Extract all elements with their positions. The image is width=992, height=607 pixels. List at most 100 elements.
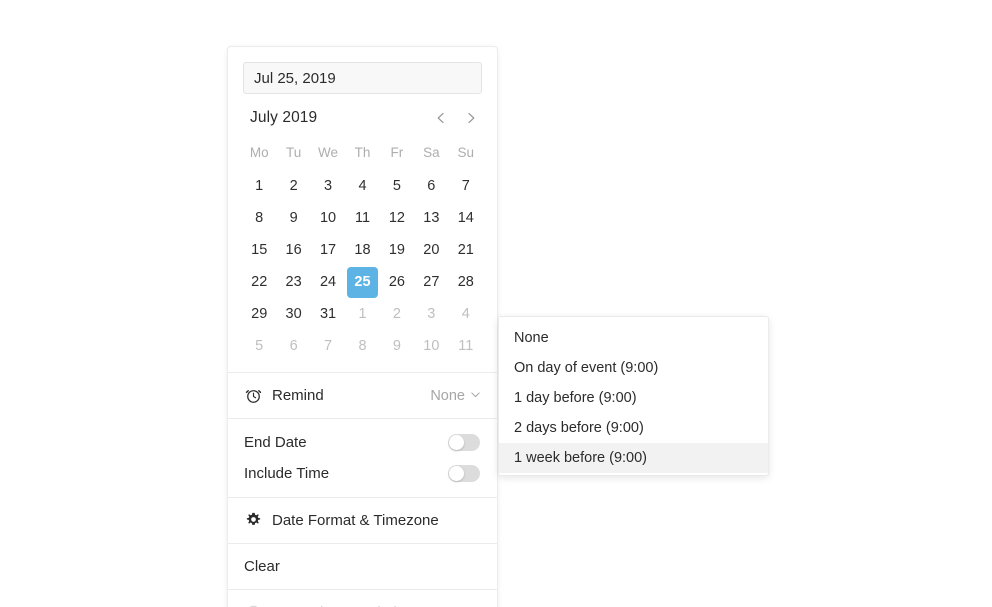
reminder-option[interactable]: 1 week before (9:00)	[499, 443, 768, 473]
calendar-day[interactable]: 28	[449, 266, 483, 298]
reminder-option[interactable]: 2 days before (9:00)	[499, 413, 768, 443]
clear-row[interactable]: Clear	[228, 544, 497, 589]
month-nav	[431, 108, 481, 128]
calendar-day-label: 15	[251, 242, 268, 258]
calendar-day[interactable]: 14	[449, 202, 483, 234]
toggle-group: End Date Include Time	[228, 419, 497, 497]
weekday-header: Sa	[423, 144, 440, 160]
calendar-month-header: July 2019	[228, 94, 497, 134]
calendar-day-label: 10	[319, 210, 337, 226]
calendar-day[interactable]: 31	[311, 298, 345, 330]
calendar-day[interactable]: 23	[276, 266, 310, 298]
calendar-day[interactable]: 1	[242, 170, 276, 202]
calendar-day[interactable]: 29	[242, 298, 276, 330]
calendar-day-label: 5	[392, 178, 401, 194]
calendar-day-label: 19	[388, 242, 405, 258]
weekday-header: We	[318, 144, 339, 160]
reminder-option[interactable]: 1 day before (9:00)	[499, 383, 768, 413]
toggle-row[interactable]: End Date	[228, 427, 497, 458]
calendar-day[interactable]: 9	[380, 330, 414, 362]
remind-label: Remind	[272, 387, 324, 404]
calendar-day[interactable]: 15	[242, 234, 276, 266]
calendar-day[interactable]: 2	[276, 170, 310, 202]
reminder-option[interactable]: None	[499, 323, 768, 353]
date-input[interactable]	[243, 62, 482, 94]
toggle-label: Include Time	[244, 465, 330, 482]
calendar-day[interactable]: 7	[449, 170, 483, 202]
learn-about-reminders-row[interactable]: ? Learn about reminders	[228, 590, 497, 607]
calendar-day-label: 29	[251, 306, 268, 322]
calendar-day[interactable]: 26	[380, 266, 414, 298]
calendar-day[interactable]: 11	[345, 202, 379, 234]
calendar-day[interactable]: 12	[380, 202, 414, 234]
calendar-day-label: 14	[457, 210, 474, 226]
calendar-day[interactable]: 3	[311, 170, 345, 202]
calendar-day[interactable]: 9	[276, 202, 310, 234]
weekday-header: Mo	[249, 144, 269, 160]
calendar-day[interactable]: 8	[345, 330, 379, 362]
reminder-option[interactable]: On day of event (9:00)	[499, 353, 768, 383]
calendar-day-label: 10	[423, 338, 440, 354]
calendar-day[interactable]: 18	[345, 234, 379, 266]
calendar-day-label: 8	[358, 338, 367, 354]
question-circle-icon: ?	[244, 604, 262, 607]
remind-value-group[interactable]: None	[430, 388, 481, 404]
chevron-right-icon	[464, 111, 478, 125]
calendar-day[interactable]: 10	[414, 330, 448, 362]
calendar-day[interactable]: 17	[311, 234, 345, 266]
calendar-day[interactable]: 2	[380, 298, 414, 330]
toggle-switch[interactable]	[448, 465, 480, 482]
next-month-button[interactable]	[461, 108, 481, 128]
weekday-header: Th	[354, 144, 371, 160]
calendar-day[interactable]: 22	[242, 266, 276, 298]
calendar-day[interactable]: 13	[414, 202, 448, 234]
calendar-day-label: 28	[457, 274, 474, 290]
calendar-day[interactable]: 4	[449, 298, 483, 330]
weekday-header: Tu	[286, 144, 302, 160]
calendar-day[interactable]: 27	[414, 266, 448, 298]
remind-row[interactable]: Remind None	[228, 373, 497, 418]
calendar-day[interactable]: 30	[276, 298, 310, 330]
prev-month-button[interactable]	[431, 108, 451, 128]
calendar-day[interactable]: 20	[414, 234, 448, 266]
calendar-day[interactable]: 5	[380, 170, 414, 202]
chevron-left-icon	[434, 111, 448, 125]
date-format-label: Date Format & Timezone	[272, 512, 439, 529]
calendar-day-label: 12	[388, 210, 405, 226]
calendar-day-label: 13	[423, 210, 440, 226]
calendar-day-label: 24	[319, 274, 337, 290]
calendar-day[interactable]: 11	[449, 330, 483, 362]
date-picker-panel: July 2019 Mo Tu	[227, 46, 498, 607]
calendar-day-label: 23	[285, 274, 302, 290]
calendar-weekday-row: Mo Tu We Th Fr Sa Su	[228, 134, 497, 166]
calendar-day[interactable]: 1	[345, 298, 379, 330]
calendar-day[interactable]: 24	[311, 266, 345, 298]
calendar-day[interactable]: 10	[311, 202, 345, 234]
toggle-row[interactable]: Include Time	[228, 458, 497, 489]
calendar-day-selected[interactable]: 25	[345, 266, 379, 298]
calendar-day-label: 17	[319, 242, 337, 258]
weekday-header: Fr	[390, 144, 404, 160]
calendar-day-label: 25	[346, 266, 378, 298]
calendar-day[interactable]: 5	[242, 330, 276, 362]
remind-left: Remind	[244, 387, 324, 405]
toggle-knob	[449, 435, 464, 450]
calendar-day[interactable]: 8	[242, 202, 276, 234]
calendar-day[interactable]: 7	[311, 330, 345, 362]
calendar-day[interactable]: 16	[276, 234, 310, 266]
chevron-down-icon	[470, 388, 481, 404]
clear-label: Clear	[244, 558, 280, 575]
toggle-switch[interactable]	[448, 434, 480, 451]
date-format-row[interactable]: Date Format & Timezone	[228, 498, 497, 543]
calendar-day-label: 27	[423, 274, 440, 290]
date-input-container	[228, 47, 497, 94]
calendar-day-label: 5	[255, 338, 264, 354]
calendar-day[interactable]: 6	[414, 170, 448, 202]
calendar-day[interactable]: 19	[380, 234, 414, 266]
calendar-day[interactable]: 3	[414, 298, 448, 330]
calendar-day[interactable]: 6	[276, 330, 310, 362]
calendar-day-label: 2	[289, 178, 298, 194]
calendar-day[interactable]: 21	[449, 234, 483, 266]
calendar-day[interactable]: 4	[345, 170, 379, 202]
remind-value: None	[430, 387, 465, 404]
